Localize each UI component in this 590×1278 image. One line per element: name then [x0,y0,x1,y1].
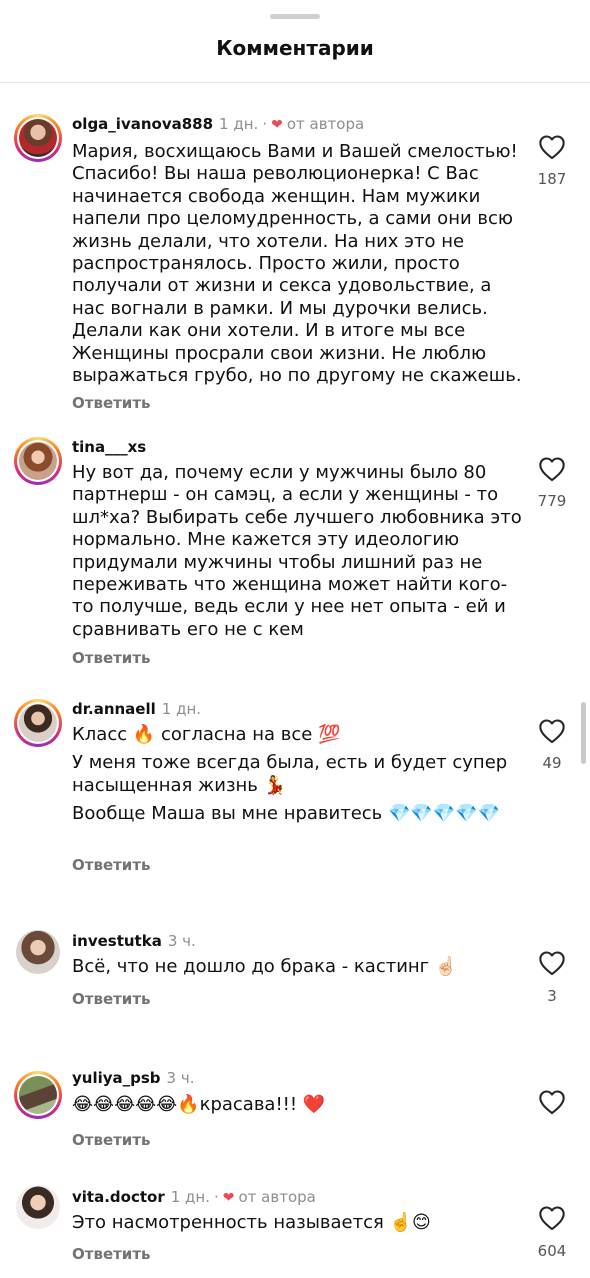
avatar[interactable] [14,114,62,162]
comment-meta: investutka 3 ч. [72,931,196,951]
comment-text: Класс 🔥 согласна на все 💯 У меня тоже вс… [72,724,522,826]
heart-outline-icon [539,719,565,744]
like-button[interactable] [538,134,566,160]
comment-meta: yuliya_psb 3 ч. [72,1068,195,1088]
heart-outline-icon [539,1090,565,1115]
reply-button[interactable]: Ответить [72,394,151,412]
heart-outline-icon [539,135,565,160]
comment-line: Вообще Маша вы мне нравитесь 💎💎💎💎💎 [72,803,501,825]
comment-username[interactable]: tina___xs [72,438,146,456]
reply-button[interactable]: Ответить [72,649,151,667]
avatar[interactable] [14,699,62,747]
separator-dot: · [262,115,268,133]
reply-button[interactable]: Ответить [72,990,151,1008]
comment-text: Ну вот да, почему если у мужчины было 80… [72,462,522,641]
avatar[interactable] [16,1185,60,1229]
comment-username[interactable]: dr.annaell [72,700,156,718]
reply-button[interactable]: Ответить [72,1245,151,1263]
heart-outline-icon [539,457,565,482]
reply-button[interactable]: Ответить [72,1131,151,1149]
comment-text: 😂😂😂😂😂🔥красава!!! ❤️ [72,1094,522,1116]
comment-line: У меня тоже всегда была, есть и будет су… [72,752,508,796]
comment-text: Это насмотренность называется ☝️😊 [72,1212,522,1234]
heart-filled-icon: ❤ [271,117,283,133]
scrollbar[interactable] [581,702,586,764]
avatar[interactable] [16,930,60,974]
comment-username[interactable]: vita.doctor [72,1188,165,1206]
like-count: 3 [547,987,557,1005]
comment-text: Мария, восхищаюсь Вами и Вашей смелостью… [72,141,522,387]
comment-time: 1 дн. [170,1188,210,1206]
comment-line: Ну вот да, почему если у мужчины было 80… [72,462,522,640]
author-like-label: от автора [238,1188,316,1206]
avatar[interactable] [14,437,62,485]
comment-line: Мария, восхищаюсь Вами и Вашей смелостью… [72,141,522,387]
comment-line: Класс 🔥 согласна на все 💯 [72,724,341,745]
page-title: Комментарии [216,36,374,60]
comment-username[interactable]: investutka [72,932,162,950]
heart-outline-icon [539,951,565,976]
like-count: 49 [542,754,562,772]
comment-meta: vita.doctor 1 дн. · ❤ от автора [72,1187,316,1208]
like-button[interactable] [538,1089,566,1115]
comment-text: Всё, что не дошло до брака - кастинг ☝🏻 [72,956,522,978]
like-count: 604 [537,1242,567,1260]
like-button[interactable] [538,950,566,976]
like-button[interactable] [538,718,566,744]
like-count: 779 [537,492,567,510]
comment-username[interactable]: olga_ivanova888 [72,115,213,133]
comment-time: 1 дн. [161,700,202,718]
comment-time: 3 ч. [167,932,196,950]
comment-meta: olga_ivanova888 1 дн. · ❤ от автора [72,114,364,135]
comment-time: 3 ч. [166,1069,195,1087]
like-count: 187 [537,170,567,188]
author-like-label: от автора [286,115,365,133]
comment-line: 😂😂😂😂😂🔥красава!!! ❤️ [72,1094,326,1115]
comment-meta: tina___xs [72,437,146,457]
comment-time: 1 дн. [219,115,259,133]
comment-line: Это насмотренность называется ☝️😊 [72,1212,431,1233]
separator-dot: · [213,1188,219,1206]
comments-sheet: Комментарии olga_ivanova888 1 дн. · ❤ от авт… [0,0,590,1278]
avatar[interactable] [14,1071,62,1119]
comment-username[interactable]: yuliya_psb [72,1069,161,1087]
heart-outline-icon [539,1206,565,1231]
header-divider [0,82,590,83]
comment-line: Всё, что не дошло до брака - кастинг ☝🏻 [72,956,458,977]
comment-meta: dr.annaell 1 дн. [72,699,201,719]
like-button[interactable] [538,1205,566,1231]
reply-button[interactable]: Ответить [72,856,151,874]
heart-filled-icon: ❤ [222,1190,235,1206]
drag-handle[interactable] [270,14,320,19]
like-button[interactable] [538,456,566,482]
